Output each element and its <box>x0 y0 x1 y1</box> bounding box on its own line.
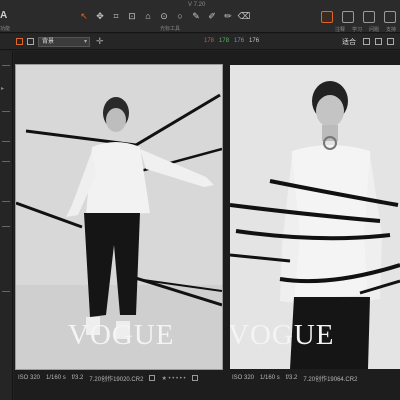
aperture-value: f/3.2 <box>285 375 298 381</box>
zoom-out-icon[interactable] <box>363 38 370 45</box>
pen-tool-icon[interactable]: ✎ <box>190 10 202 22</box>
app-version: V 7.20 <box>188 2 206 8</box>
right-tool-labels: 注释 学习 问题 支持 <box>335 26 396 33</box>
vogue-watermark: VOGUE <box>68 319 175 351</box>
filename: 7.20创作19020.CR2 <box>89 376 144 383</box>
filename: 7.20创作19064.CR2 <box>303 376 358 383</box>
zoom-in-icon[interactable] <box>375 38 382 45</box>
aperture-value: f/3.2 <box>71 375 84 381</box>
panel-divider <box>2 65 10 66</box>
cursor-tools: ↖ ✥ ⌗ ⊡ ⌂ ⊙ ○ ✎ ✐ ✏ ⌫ <box>78 10 250 22</box>
panel-divider <box>2 161 10 162</box>
chevron-down-icon: ▾ <box>83 39 87 45</box>
picker-tool-icon[interactable]: ✐ <box>206 10 218 22</box>
brush-tool-icon[interactable]: ✏ <box>222 10 234 22</box>
photo-19020-info: ISO 320 1/160 s f/3.2 7.20创作19020.CR2 ★ … <box>18 372 198 384</box>
question-icon[interactable] <box>363 11 375 23</box>
panel-divider <box>2 141 10 142</box>
annotation-icon[interactable] <box>321 11 333 23</box>
blue-value: 176 <box>234 38 245 44</box>
add-icon[interactable]: ✛ <box>96 36 104 47</box>
top-toolbar: A 功能 V 7.20 ↖ ✥ ⌗ ⊡ ⌂ ⊙ ○ ✎ ✐ ✏ ⌫ 光标工具 注… <box>0 0 400 33</box>
keystone-tool-icon[interactable]: ⌂ <box>142 10 154 22</box>
background-select-value: 背景 <box>42 39 55 45</box>
photo-19064-info: ISO 320 1/160 s f/3.2 7.20创作19064.CR2 <box>232 372 357 384</box>
single-view-icon[interactable] <box>16 38 23 45</box>
iso-value: ISO 320 <box>232 375 255 381</box>
panel-divider <box>2 201 10 202</box>
panel-divider <box>2 291 10 292</box>
background-select[interactable]: 背景 ▾ <box>38 37 90 47</box>
average-value: 176 <box>249 38 260 44</box>
vogue-watermark: VOGUE <box>230 319 335 351</box>
shutter-value: 1/160 s <box>260 375 280 381</box>
straighten-tool-icon[interactable]: ⊡ <box>126 10 138 22</box>
pan-tool-icon[interactable]: ✥ <box>94 10 106 22</box>
crop-tool-icon[interactable]: ⌗ <box>110 10 122 22</box>
image-viewer: VOGUE VOGUE ISO 320 1/160 s f/3.2 7.20创作… <box>14 51 400 400</box>
app-logo-caption: 功能 <box>0 26 11 32</box>
right-tools <box>321 11 396 23</box>
photo-19020[interactable]: VOGUE <box>15 64 223 370</box>
iso-value: ISO 320 <box>18 375 41 381</box>
left-tool-panel: ▸ <box>0 51 13 400</box>
circle-tool-icon[interactable]: ○ <box>174 10 186 22</box>
eraser-tool-icon[interactable]: ⌫ <box>238 10 251 22</box>
viewer-toolbar: 背景 ▾ ✛ 178 178 176 176 适合 <box>0 34 400 50</box>
zoom-fit-label[interactable]: 适合 <box>342 37 356 47</box>
panel-divider <box>2 111 10 112</box>
green-value: 178 <box>219 38 230 44</box>
multi-view-icon[interactable] <box>27 38 34 45</box>
rgb-readout: 178 178 176 176 <box>204 38 259 44</box>
support-icon[interactable] <box>384 11 396 23</box>
select-checkbox[interactable] <box>191 375 198 381</box>
learn-label: 学习 <box>351 27 362 33</box>
cursor-tools-label: 光标工具 <box>160 26 181 32</box>
star-rating-icon[interactable]: ★ • • • • • <box>161 375 185 382</box>
annotation-label: 注释 <box>334 27 345 33</box>
spot-tool-icon[interactable]: ⊙ <box>158 10 170 22</box>
panel-divider <box>2 226 10 227</box>
fullscreen-icon[interactable] <box>387 38 394 45</box>
support-label: 支持 <box>385 27 396 33</box>
app-logo: A <box>0 10 8 21</box>
cursor-tool-icon[interactable]: ↖ <box>78 10 90 22</box>
photo-19064[interactable]: VOGUE <box>230 65 400 369</box>
learn-icon[interactable] <box>342 11 354 23</box>
shutter-value: 1/160 s <box>46 375 66 381</box>
question-label: 问题 <box>368 27 379 33</box>
capture-one-window: A 功能 V 7.20 ↖ ✥ ⌗ ⊡ ⌂ ⊙ ○ ✎ ✐ ✏ ⌫ 光标工具 注… <box>0 0 400 400</box>
panel-handle[interactable]: ▸ <box>1 85 4 92</box>
red-value: 178 <box>204 38 215 44</box>
color-tag-icon[interactable] <box>149 375 156 381</box>
